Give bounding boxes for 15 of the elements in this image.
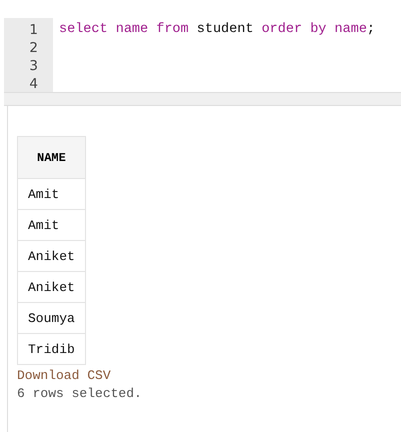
status-text: 6 rows selected.: [17, 386, 142, 401]
column-header: NAME: [18, 136, 86, 178]
table-cell: Aniket: [18, 272, 86, 302]
table-cell: Amit: [18, 178, 86, 210]
resize-bar[interactable]: [4, 93, 401, 106]
table-cell: Amit: [18, 210, 86, 240]
table-cell: Soumya: [18, 302, 86, 334]
line-number: 2: [28, 39, 39, 57]
line-number: 4: [28, 75, 39, 93]
line-number: 3: [28, 57, 39, 75]
code-line[interactable]: select name from student order by name;: [59, 21, 401, 39]
line-number: 1: [28, 21, 39, 39]
download-csv-link[interactable]: Download CSV: [17, 368, 111, 383]
table-cell: Aniket: [18, 240, 86, 272]
table-cell: Tridib: [18, 334, 86, 364]
